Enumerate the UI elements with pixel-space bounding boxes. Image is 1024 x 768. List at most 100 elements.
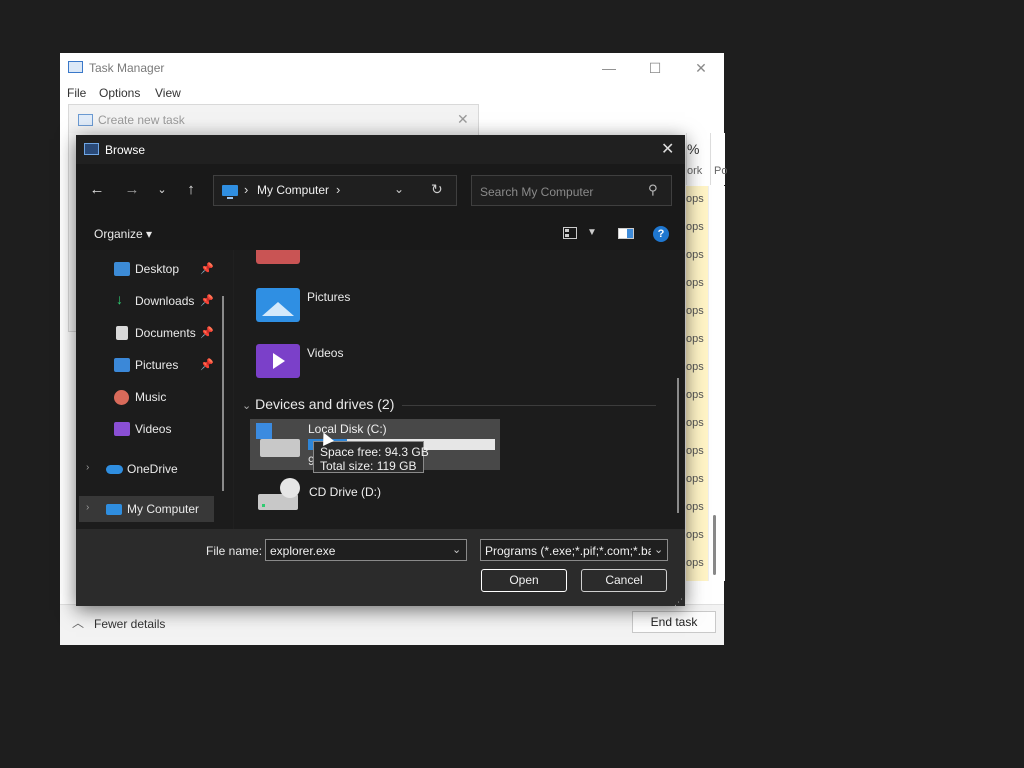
chevron-up-icon[interactable]: ︿ xyxy=(72,614,84,631)
pin-icon[interactable]: 📌 xyxy=(200,262,214,275)
computer-icon xyxy=(222,185,238,199)
maximize-icon[interactable]: ☐ xyxy=(640,58,670,78)
expand-chevron-icon[interactable]: › xyxy=(86,462,89,473)
task-manager-footer: ︿ Fewer details End task xyxy=(60,604,724,645)
nav-item-label: Videos xyxy=(135,422,172,436)
devices-group-header[interactable]: ⌄ Devices and drives (2) xyxy=(242,396,394,412)
network-value-cell: ops xyxy=(686,221,704,233)
drive-tooltip: Space free: 94.3 GB Total size: 119 GB xyxy=(313,441,429,473)
network-value-cell: ops xyxy=(686,445,704,457)
pin-icon[interactable]: 📌 xyxy=(200,294,214,307)
nav-item-videos[interactable]: Videos xyxy=(76,416,226,442)
file-name-value[interactable]: explorer.exe xyxy=(270,544,335,558)
nav-item-desktop[interactable]: Desktop 📌 xyxy=(76,256,226,282)
close-icon[interactable]: ✕ xyxy=(686,58,716,78)
content-pane-scrollbar[interactable] xyxy=(677,378,679,513)
pictures-folder-icon[interactable] xyxy=(256,288,300,322)
browse-titlebar: Browse ✕ xyxy=(76,135,685,164)
address-bar[interactable]: › My Computer › ⌄ ↻ xyxy=(213,175,457,206)
group-divider xyxy=(402,405,656,406)
search-input[interactable] xyxy=(472,176,652,207)
nav-item-label: My Computer xyxy=(127,502,200,516)
nav-item-label: Documents xyxy=(135,326,196,340)
address-dropdown-icon[interactable]: ⌄ xyxy=(394,182,404,196)
videos-icon xyxy=(114,422,130,436)
expand-chevron-icon[interactable]: › xyxy=(86,502,89,513)
forward-arrow-icon[interactable]: → xyxy=(122,180,142,200)
file-name-combobox[interactable]: explorer.exe ⌄ xyxy=(265,539,467,561)
network-value-cell: ops xyxy=(686,501,704,513)
chevron-down-icon[interactable]: ⌄ xyxy=(452,543,461,556)
cancel-button[interactable]: Cancel xyxy=(581,569,667,592)
folder-label-pictures[interactable]: Pictures xyxy=(307,290,350,304)
chevron-down-icon[interactable]: ⌄ xyxy=(242,400,251,412)
nav-item-onedrive[interactable]: › OneDrive xyxy=(76,456,226,482)
file-type-filter[interactable]: Programs (*.exe;*.pif;*.com;*.bat) ⌄ xyxy=(480,539,668,561)
power-column-header[interactable]: Po xyxy=(710,133,728,185)
tooltip-total-size: Total size: 119 GB xyxy=(320,459,417,473)
nav-item-label: Music xyxy=(135,390,167,404)
downloads-icon xyxy=(114,291,130,308)
organize-button[interactable]: Organize ▾ xyxy=(94,227,152,241)
content-pane: Pictures Videos ⌄ Devices and drives (2)… xyxy=(234,250,684,529)
pictures-icon xyxy=(114,358,130,372)
nav-item-my-computer[interactable]: › My Computer xyxy=(79,496,214,522)
minimize-icon[interactable]: — xyxy=(594,58,624,78)
search-box[interactable]: ⚲ xyxy=(471,175,672,207)
network-value-cell: ops xyxy=(686,529,704,541)
chevron-down-icon[interactable]: ⌄ xyxy=(654,543,663,556)
network-value-cell: ops xyxy=(686,361,704,373)
network-value-cell: ops xyxy=(686,389,704,401)
create-new-task-title: Create new task xyxy=(98,113,185,127)
breadcrumb-my-computer[interactable]: My Computer xyxy=(257,183,329,197)
windows-drive-icon xyxy=(256,423,300,457)
network-value-cell: ops xyxy=(686,473,704,485)
open-button[interactable]: Open xyxy=(481,569,567,592)
close-icon[interactable]: ✕ xyxy=(457,111,469,128)
menu-options[interactable]: Options xyxy=(99,86,140,100)
breadcrumb-separator-icon[interactable]: › xyxy=(244,182,248,197)
task-manager-scrollbar[interactable] xyxy=(713,515,716,575)
refresh-icon[interactable]: ↻ xyxy=(431,181,443,198)
close-icon[interactable]: ✕ xyxy=(661,139,674,159)
network-value-cell: ops xyxy=(686,417,704,429)
nav-item-label: Pictures xyxy=(135,358,179,372)
up-arrow-icon[interactable]: ↑ xyxy=(181,180,201,200)
recent-locations-chevron-icon[interactable]: ⌄ xyxy=(152,180,172,200)
folder-label-videos[interactable]: Videos xyxy=(307,346,343,360)
breadcrumb-chevron-icon[interactable]: › xyxy=(336,182,340,197)
browse-title: Browse xyxy=(105,143,146,157)
nav-item-music[interactable]: Music xyxy=(76,384,226,410)
network-column-values: ops ops ops ops ops ops ops ops ops ops ops ops ops o… xyxy=(686,186,708,581)
view-dropdown-icon[interactable]: ▼ xyxy=(587,227,597,238)
preview-pane-icon[interactable] xyxy=(618,228,634,239)
file-name-label: File name: xyxy=(206,544,263,558)
menu-view[interactable]: View xyxy=(155,86,181,100)
help-icon[interactable]: ? xyxy=(653,226,669,242)
pin-icon[interactable]: 📌 xyxy=(200,358,214,371)
browse-dialog: Browse ✕ ← → ⌄ ↑ › My Computer › ⌄ ↻ ⚲ O… xyxy=(76,135,685,608)
power-column-label: Po xyxy=(714,165,728,177)
network-column-label: ork xyxy=(687,165,703,177)
resize-grip-icon[interactable]: ⋰ xyxy=(674,597,683,608)
task-manager-title: Task Manager xyxy=(89,61,165,75)
search-icon[interactable]: ⚲ xyxy=(648,182,658,198)
back-arrow-icon[interactable]: ← xyxy=(87,180,107,200)
music-folder-icon[interactable] xyxy=(256,250,300,264)
nav-item-documents[interactable]: Documents 📌 xyxy=(76,320,226,346)
nav-item-downloads[interactable]: Downloads 📌 xyxy=(76,288,226,314)
network-value-cell: ops xyxy=(686,557,704,569)
view-options-icon[interactable] xyxy=(563,227,577,239)
network-value-cell: ops xyxy=(686,305,704,317)
devices-group-title: Devices and drives (2) xyxy=(255,396,395,412)
network-value-cell: ops xyxy=(686,193,704,205)
fewer-details-link[interactable]: Fewer details xyxy=(94,617,165,631)
pin-icon[interactable]: 📌 xyxy=(200,326,214,339)
videos-folder-icon[interactable] xyxy=(256,344,300,378)
navigation-pane-scrollbar[interactable] xyxy=(222,296,224,491)
music-icon xyxy=(114,390,129,405)
run-app-icon xyxy=(78,114,93,126)
menu-file[interactable]: File xyxy=(67,86,86,100)
end-task-button[interactable]: End task xyxy=(632,611,716,633)
nav-item-pictures[interactable]: Pictures 📌 xyxy=(76,352,226,378)
